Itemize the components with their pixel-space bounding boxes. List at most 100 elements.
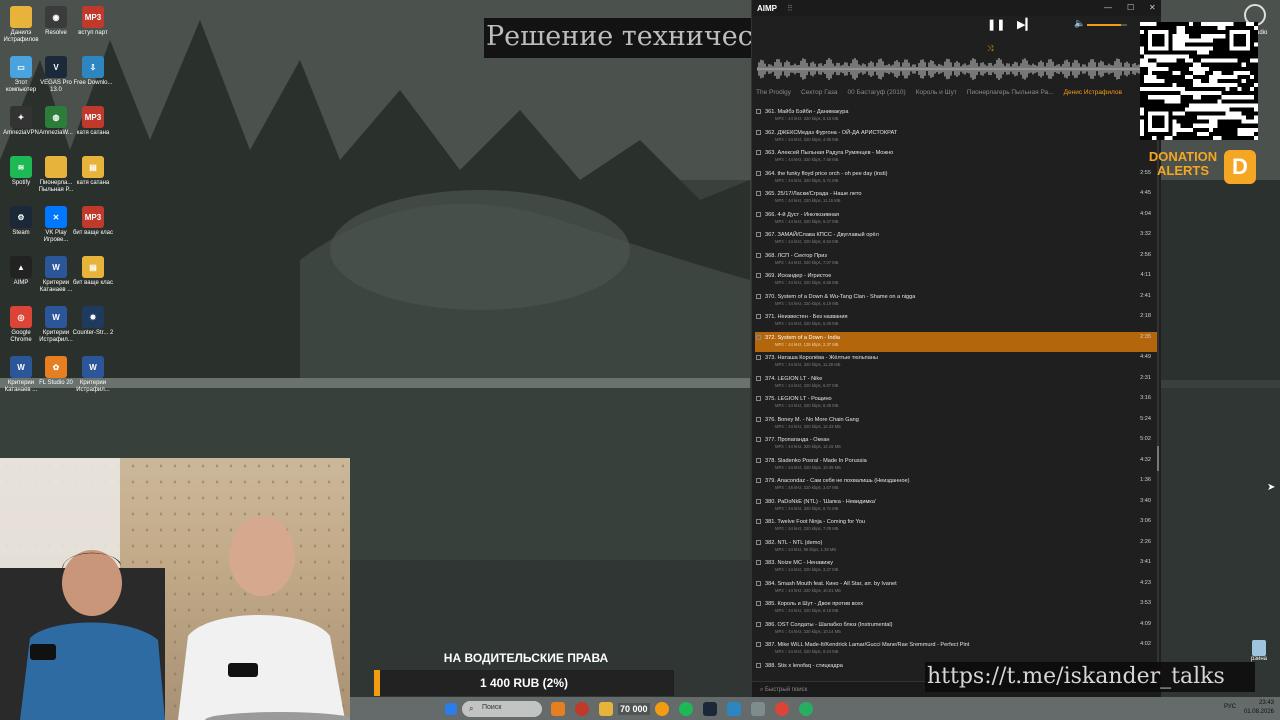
track-checkbox[interactable] <box>756 601 761 606</box>
maximize-icon[interactable]: ☐ <box>1127 3 1134 12</box>
desktop-icon[interactable]: MP3 катя сатана <box>72 106 114 137</box>
desktop-icon[interactable]: ◉ Resolve <box>35 6 77 37</box>
track-row[interactable]: 369. Искандер - Игристое MP3 :: 44 kHz, 3… <box>755 270 1157 291</box>
track-row[interactable]: 385. Король и Шут - Двое против всех MP3 … <box>755 598 1157 619</box>
track-row[interactable]: 381. Twelve Foot Ninja - Coming for You M… <box>755 516 1157 537</box>
desktop-icon[interactable]: ✕ VK Play Игрове... <box>35 206 77 244</box>
track-checkbox[interactable] <box>756 519 761 524</box>
track-checkbox[interactable] <box>756 293 761 299</box>
desktop-icon[interactable]: Пионерла... Пыльная Р... <box>35 156 77 194</box>
track-row[interactable]: 383. Noize MC - Ненавижу MP3 :: 44 kHz, 3… <box>755 557 1157 578</box>
track-checkbox[interactable] <box>756 232 761 237</box>
track-checkbox[interactable] <box>756 457 761 463</box>
taskbar-download-icon[interactable] <box>726 701 741 716</box>
track-checkbox[interactable] <box>756 170 761 176</box>
track-checkbox[interactable] <box>756 662 761 668</box>
track-row[interactable]: 373. Наташа Королёва - Жёлтые тюльпаны MP… <box>755 352 1157 373</box>
taskbar-folder-icon[interactable] <box>599 701 613 716</box>
track-row[interactable]: 374. LEGION LT - Nike MP3 :: 44 kHz, 320 … <box>755 373 1157 394</box>
pause-button[interactable]: ❚❚ <box>987 18 1005 31</box>
aimp-window[interactable]: AIMP ⠿ — ☐ ✕ ❚❚ ▶▎ 🔈 ⤨ The Prodigy Сектор… <box>751 0 1161 697</box>
desktop-icon[interactable]: ⇩ Free Downlo... <box>72 56 114 87</box>
volume-slider[interactable] <box>1087 24 1127 26</box>
track-checkbox[interactable] <box>756 642 761 647</box>
waveform-seekbar[interactable] <box>757 58 1142 80</box>
playlist-scrollbar[interactable] <box>1157 106 1159 666</box>
track-row[interactable]: 361. Майбэ Бэйби - Данимакура MP3 :: 44 k… <box>755 106 1157 127</box>
desktop-icon[interactable]: ▤ бит ваще клас <box>72 256 114 287</box>
track-row[interactable]: 368. ЛСП - Сектор Приз MP3 :: 44 kHz, 320… <box>755 250 1157 271</box>
track-checkbox[interactable] <box>756 375 761 381</box>
track-checkbox[interactable] <box>756 211 761 217</box>
track-checkbox[interactable] <box>756 150 761 155</box>
track-row[interactable]: 377. Пропаганда - Океан MP3 :: 44 kHz, 32… <box>755 434 1157 455</box>
track-checkbox[interactable] <box>756 560 761 565</box>
track-row[interactable]: 375. LEGION LT - Рощино MP3 :: 44 kHz, 32… <box>755 393 1157 414</box>
track-checkbox[interactable] <box>756 191 761 196</box>
next-track-button[interactable]: ▶▎ <box>1017 18 1034 31</box>
track-checkbox[interactable] <box>756 539 761 545</box>
track-row[interactable]: 365. 25/17/Ласки/Сграда - Наше лето MP3 :… <box>755 188 1157 209</box>
desktop-icon[interactable]: W Критерии Катанаев ... <box>35 256 77 294</box>
desktop-icon[interactable]: V VEGAS Pro 13.0 <box>35 56 77 94</box>
start-button[interactable] <box>445 702 457 715</box>
volume-icon[interactable]: 🔈 <box>1074 18 1085 29</box>
track-checkbox[interactable] <box>756 314 761 319</box>
track-checkbox[interactable] <box>756 334 761 340</box>
keyboard-language[interactable]: РУС <box>1224 704 1236 710</box>
track-checkbox[interactable] <box>756 498 761 504</box>
track-row[interactable]: 362. ДЖЕКСМедаз Фургона - ОЙ-ДА АРИСТОКР… <box>755 127 1157 148</box>
track-row[interactable]: 378. Sladenko Posral - Made In Porussia M… <box>755 455 1157 476</box>
track-checkbox[interactable] <box>756 355 761 360</box>
track-checkbox[interactable] <box>756 396 761 401</box>
desktop-icon[interactable]: W Критерии Истрафил... <box>72 356 114 394</box>
track-row[interactable]: 386. OST Солдаты - Шалабко блюз (Instrum… <box>755 619 1157 640</box>
recycle-bin[interactable]: рзина <box>1247 640 1271 662</box>
playlist-tab[interactable]: 00 Бастагуф (2010) <box>848 89 906 101</box>
close-icon[interactable]: ✕ <box>1149 3 1156 12</box>
track-checkbox[interactable] <box>756 109 761 114</box>
track-checkbox[interactable] <box>756 273 761 278</box>
taskbar-app2-icon[interactable] <box>798 701 813 716</box>
aimp-menu-icon[interactable]: ⠿ <box>787 4 793 13</box>
track-row[interactable]: 363. Алексей Пыльная Радуга Румянцев - М… <box>755 147 1157 168</box>
taskbar-settings-icon[interactable] <box>750 701 765 716</box>
desktop-icon[interactable]: MP3 бит ваще клас <box>72 206 114 237</box>
track-row[interactable]: 387. Mike WiLL Made-It/Kendrick Lamar/Gu… <box>755 639 1157 660</box>
minimize-icon[interactable]: — <box>1104 3 1112 12</box>
desktop-icon[interactable]: ◍ AmneziaW... <box>35 106 77 137</box>
taskbar-chrome-icon[interactable] <box>774 701 789 716</box>
taskbar-browser-icon[interactable] <box>575 701 589 716</box>
track-row[interactable]: 364. the funky floyd price orch - oh pee… <box>755 168 1157 189</box>
track-row[interactable]: 380. PaDoNkE (NTL) - 'Шапка - Невидимка'… <box>755 496 1157 517</box>
track-checkbox[interactable] <box>756 621 761 627</box>
playlist-tab[interactable]: Пионерлагерь Пыльная Ра... <box>967 89 1054 101</box>
taskbar-steam-icon[interactable] <box>702 701 717 716</box>
track-checkbox[interactable] <box>756 129 761 135</box>
track-row-playing[interactable]: 372. System of a Down - India MP3 :: 44 k… <box>755 331 1157 352</box>
playlist-tab[interactable]: The Prodigy <box>756 89 791 101</box>
playlist-tab[interactable]: Денис Истрафилов <box>1064 89 1122 101</box>
track-checkbox[interactable] <box>756 580 761 586</box>
playlist-tab[interactable]: Сектор Газа <box>801 89 837 101</box>
desktop-icon[interactable]: MP3 вступ парт <box>72 6 114 37</box>
aimp-titlebar[interactable]: AIMP ⠿ <box>752 0 1161 16</box>
track-checkbox[interactable] <box>756 437 761 442</box>
track-row[interactable]: 382. NTL - NTL (demo) MP3 :: 44 kHz, 96 k… <box>755 537 1157 558</box>
desktop-icon[interactable]: W Критерии Истрафил... <box>35 306 77 344</box>
quick-search-input[interactable]: Быстрый поиск <box>765 687 807 693</box>
track-row[interactable]: 370. System of a Down & Wu-Tang Clan - S… <box>755 291 1157 312</box>
desktop-icon[interactable]: ▤ катя сатана <box>72 156 114 187</box>
track-row[interactable]: 376. Boney M. - No More Chain Gang MP3 ::… <box>755 414 1157 435</box>
shuffle-icon[interactable]: ⤨ <box>987 44 993 54</box>
taskbar-search[interactable]: ⌕ Поиск <box>462 700 542 717</box>
taskbar-spotify-icon[interactable] <box>678 701 693 716</box>
taskbar-aimp-icon[interactable] <box>654 701 669 716</box>
playlist-tab[interactable]: Король и Шут <box>916 89 957 101</box>
desktop-icon[interactable]: ✿ FL Studio 20 <box>35 356 77 387</box>
track-row[interactable]: 366. 4-й Дуст - Инклюзивная MP3 :: 44 kHz… <box>755 209 1157 230</box>
taskbar-app-icon[interactable] <box>551 701 565 716</box>
track-row[interactable]: 379. Anacondaz - Сам себя не похвалишь (… <box>755 475 1157 496</box>
track-row[interactable]: 384. Smash Mouth feat. Кино - All Star, … <box>755 578 1157 599</box>
track-checkbox[interactable] <box>756 478 761 483</box>
